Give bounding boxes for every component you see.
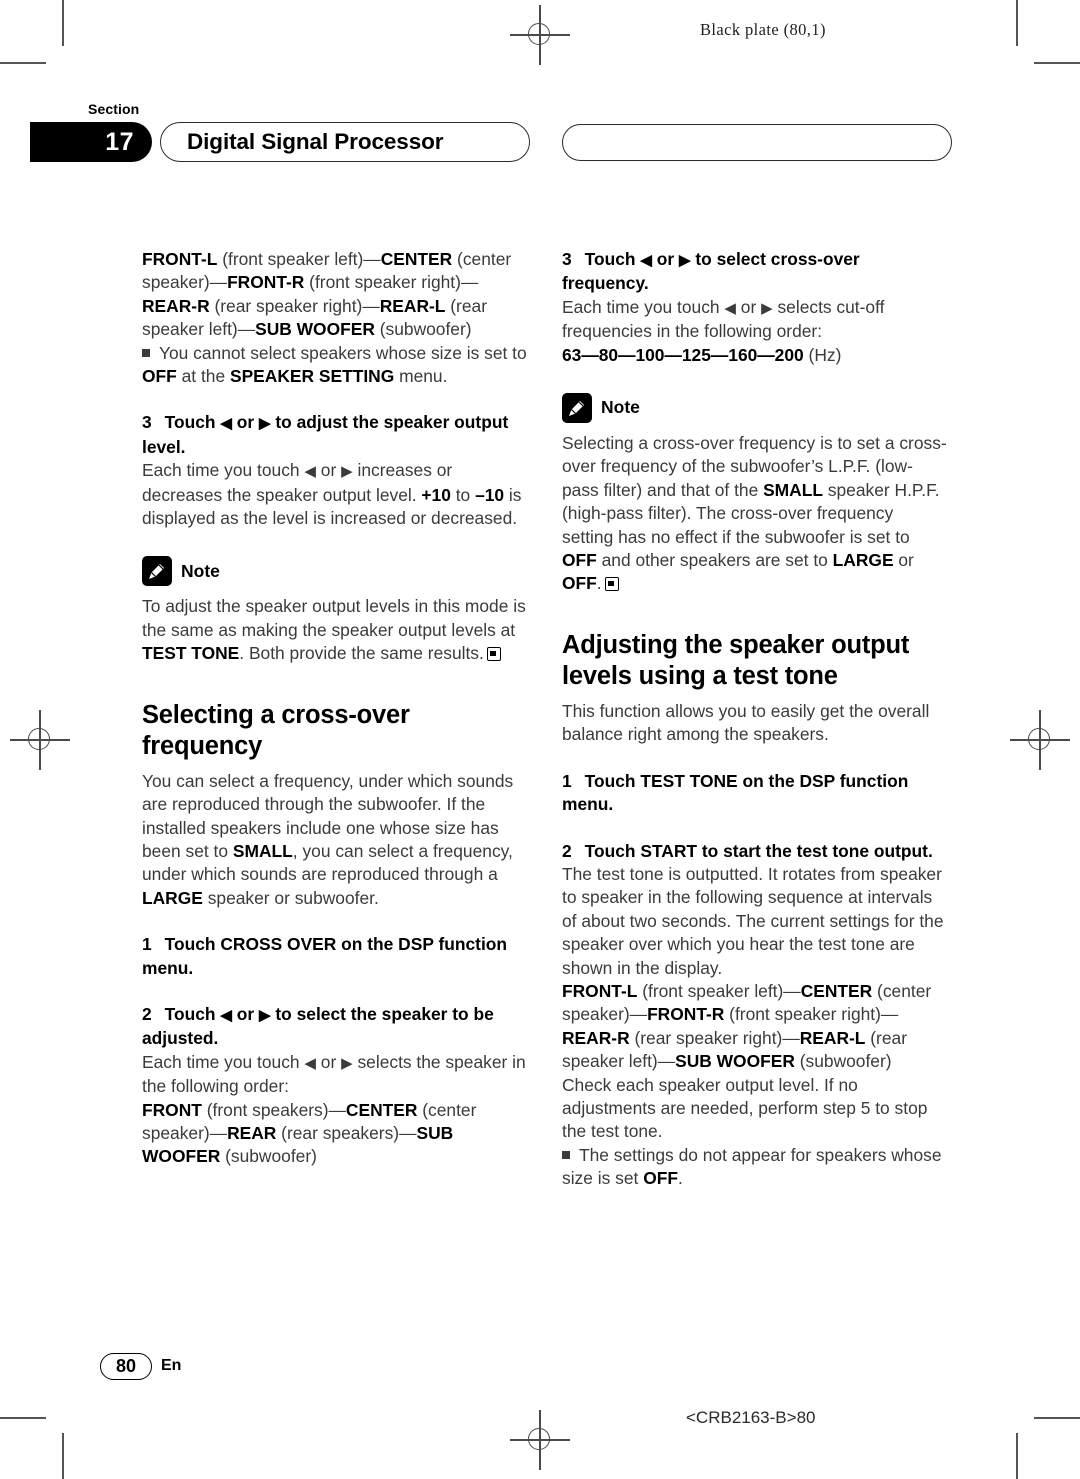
speaker-rear-r: REAR-R: [562, 1027, 630, 1048]
speaker-sub-woofer: SUB WOOFER: [255, 319, 375, 340]
step-number: 2: [142, 1003, 152, 1024]
step-number: 1: [562, 770, 572, 791]
left-bullet-note: You cannot select speakers whose size is…: [142, 342, 527, 387]
heading-selecting-crossover: Selecting a cross-over frequency: [142, 700, 410, 760]
bullet-square-icon: [142, 348, 150, 357]
arrow-left-icon: ◀: [220, 415, 232, 433]
speaker-rear-l: REAR-L: [379, 295, 446, 316]
step-number: 3: [562, 249, 572, 269]
left-step-2-body: Each time you touch ◀ or ▶ selects the s…: [142, 1051, 526, 1097]
speaker-center: CENTER: [800, 980, 873, 1001]
speaker-rear-r: REAR-R: [142, 295, 210, 316]
arrow-left-icon: ◀: [640, 252, 652, 269]
arrow-left-icon: ◀: [724, 299, 736, 317]
arrow-right-icon: ▶: [259, 415, 271, 433]
crop-mark-top-left-vertical: [62, 0, 64, 46]
arrow-right-icon: ▶: [341, 463, 353, 481]
speaker-rear-l: REAR-L: [799, 1027, 866, 1048]
right-step-3-body: Each time you touch ◀ or ▶ selects cut-o…: [562, 296, 885, 342]
crop-mark-bottom-left-vertical: [62, 1433, 64, 1479]
section-title: Digital Signal Processor: [160, 122, 530, 162]
speaker-front-l: FRONT-L: [562, 980, 638, 1001]
arrow-left-icon: ◀: [220, 1006, 232, 1024]
crop-mark-bottom-right-vertical: [1016, 1433, 1018, 1479]
right-step-2-body: The test tone is outputted. It rotates f…: [562, 863, 944, 978]
right-note-text: Selecting a cross-over frequency is to s…: [562, 433, 947, 594]
left-step-2-heading: 2 Touch ◀ or ▶ to select the speaker to b…: [142, 1003, 494, 1049]
section-title-placeholder: [562, 124, 952, 161]
right-column: 3 Touch ◀ or ▶ to select cross-over frequ…: [562, 248, 948, 1191]
registration-mark-top: [510, 5, 570, 65]
section-label: Section: [88, 101, 140, 117]
right-note-block: Note Selecting a cross-over frequency is…: [562, 393, 948, 596]
left-note-block: Note To adjust the speaker output levels…: [142, 556, 528, 665]
page-number-badge: 80: [100, 1353, 152, 1380]
section-number-badge: 17: [30, 122, 152, 162]
registration-mark-right: [1010, 710, 1070, 770]
speaker-front: FRONT: [142, 1099, 202, 1120]
crop-mark-bottom-left-horizontal: [0, 1417, 46, 1419]
arrow-right-icon: ▶: [761, 299, 773, 317]
registration-mark-bottom: [510, 1410, 570, 1470]
speaker-order-paragraph: FRONT-L (front speaker left)—CENTER (cen…: [142, 249, 512, 340]
crop-mark-top-right-horizontal: [1034, 62, 1080, 64]
document-code: <CRB2163-B>80: [686, 1408, 816, 1427]
speaker-sub-woofer: SUB WOOFER: [675, 1051, 795, 1072]
right-step-2-heading: 2 Touch START to start the test tone outp…: [562, 840, 933, 861]
left-step-3-heading: 3 Touch ◀ or ▶ to adjust the speaker outp…: [142, 412, 509, 457]
pencil-icon: [142, 556, 172, 587]
arrow-right-icon: ▶: [259, 1006, 271, 1024]
left-step-3-body: Each time you touch ◀ or ▶ increases or …: [142, 460, 522, 529]
pencil-icon: [562, 393, 592, 424]
arrow-right-icon: ▶: [341, 1054, 353, 1072]
step-number: 3: [142, 412, 152, 433]
speaker-front-l: FRONT-L: [142, 249, 218, 269]
crop-mark-top-right-vertical: [1016, 0, 1018, 46]
bullet-square-icon: [562, 1150, 570, 1159]
speaker-front-r: FRONT-R: [227, 272, 305, 293]
crossover-frequencies: 63—80—100—125—160—200: [562, 344, 804, 365]
check-levels-paragraph: Check each speaker output level. If no a…: [562, 1074, 928, 1142]
right-step-3-heading: 3 Touch ◀ or ▶ to select cross-over frequ…: [562, 249, 860, 294]
right-step-1-heading: 1 Touch TEST TONE on the DSP function men…: [562, 770, 909, 815]
right-bullet-note: The settings do not appear for speakers …: [562, 1144, 942, 1189]
registration-mark-left: [10, 710, 70, 770]
frequency-list: 63—80—100—125—160—200 (Hz): [562, 344, 842, 365]
crop-mark-top-left-horizontal: [0, 62, 46, 64]
left-note-text: To adjust the speaker output levels in t…: [142, 596, 526, 664]
speaker-sequence-paragraph: FRONT-L (front speaker left)—CENTER (cen…: [562, 980, 932, 1072]
speaker-center: CENTER: [380, 249, 453, 269]
step-number: 2: [562, 840, 572, 861]
plate-note: Black plate (80,1): [700, 20, 826, 39]
note-header: Note: [142, 556, 528, 587]
note-label: Note: [181, 560, 220, 581]
speaker-front-r: FRONT-R: [647, 1004, 725, 1025]
speaker-rear: REAR: [227, 1122, 277, 1143]
crop-mark-bottom-right-horizontal: [1034, 1417, 1080, 1419]
end-of-note-marker: [604, 577, 619, 592]
left-step-1-heading: 1 Touch CROSS OVER on the DSP function me…: [142, 934, 508, 978]
left-column: FRONT-L (front speaker left)—CENTER (cen…: [142, 248, 528, 1169]
end-of-note-marker: [486, 647, 501, 662]
step-number: 1: [142, 934, 152, 955]
crossover-intro: You can select a frequency, under which …: [142, 770, 514, 908]
speaker-order-paragraph-2: FRONT (front speakers)—CENTER (center sp…: [142, 1099, 477, 1167]
page-language-label: En: [161, 1357, 182, 1374]
heading-test-tone: Adjusting the speaker output levels usin…: [562, 630, 910, 690]
arrow-left-icon: ◀: [304, 463, 316, 481]
note-header: Note: [562, 393, 948, 424]
speaker-center: CENTER: [345, 1099, 418, 1120]
note-label: Note: [601, 397, 640, 418]
arrow-right-icon: ▶: [679, 252, 691, 269]
test-tone-intro: This function allows you to easily get t…: [562, 700, 930, 745]
arrow-left-icon: ◀: [304, 1054, 316, 1072]
